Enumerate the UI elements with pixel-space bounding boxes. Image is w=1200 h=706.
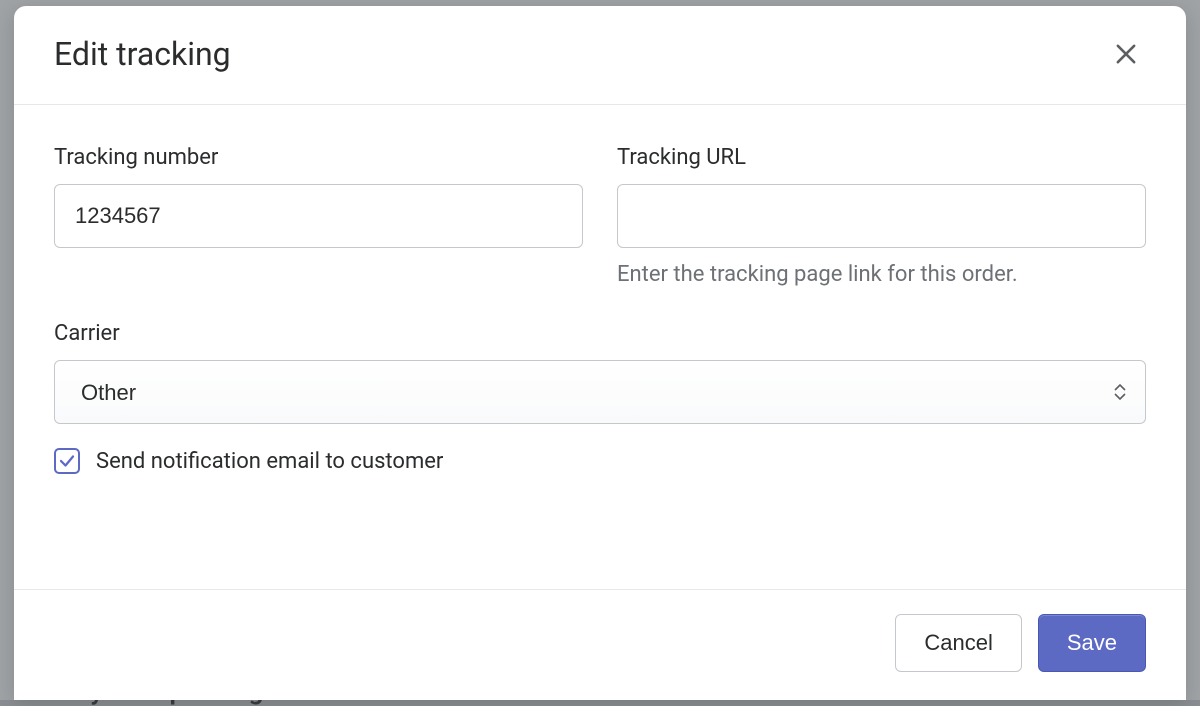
modal-title: Edit tracking bbox=[54, 35, 231, 73]
form-row-tracking: Tracking number Tracking URL Enter the t… bbox=[54, 145, 1146, 287]
carrier-select-wrapper: Other bbox=[54, 360, 1146, 424]
tracking-url-label: Tracking URL bbox=[617, 145, 1146, 170]
carrier-select[interactable]: Other bbox=[54, 360, 1146, 424]
notify-customer-row[interactable]: Send notification email to customer bbox=[54, 448, 1146, 474]
tracking-number-field: Tracking number bbox=[54, 145, 583, 287]
tracking-url-field: Tracking URL Enter the tracking page lin… bbox=[617, 145, 1146, 287]
carrier-label: Carrier bbox=[54, 321, 1146, 346]
tracking-number-label: Tracking number bbox=[54, 145, 583, 170]
carrier-field: Carrier Other bbox=[54, 321, 1146, 424]
tracking-url-input[interactable] bbox=[617, 184, 1146, 248]
modal-footer: Cancel Save bbox=[14, 589, 1186, 700]
modal-body: Tracking number Tracking URL Enter the t… bbox=[14, 105, 1186, 589]
tracking-number-input[interactable] bbox=[54, 184, 583, 248]
edit-tracking-modal: Edit tracking Tracking number Tracking U… bbox=[14, 6, 1186, 700]
tracking-url-help-text: Enter the tracking page link for this or… bbox=[617, 262, 1146, 287]
cancel-button[interactable]: Cancel bbox=[895, 614, 1021, 672]
check-icon bbox=[58, 452, 76, 470]
close-button[interactable] bbox=[1106, 34, 1146, 74]
notify-customer-checkbox[interactable] bbox=[54, 448, 80, 474]
save-button[interactable]: Save bbox=[1038, 614, 1146, 672]
close-icon bbox=[1112, 40, 1140, 68]
modal-header: Edit tracking bbox=[14, 6, 1186, 105]
notify-customer-label: Send notification email to customer bbox=[96, 449, 443, 474]
